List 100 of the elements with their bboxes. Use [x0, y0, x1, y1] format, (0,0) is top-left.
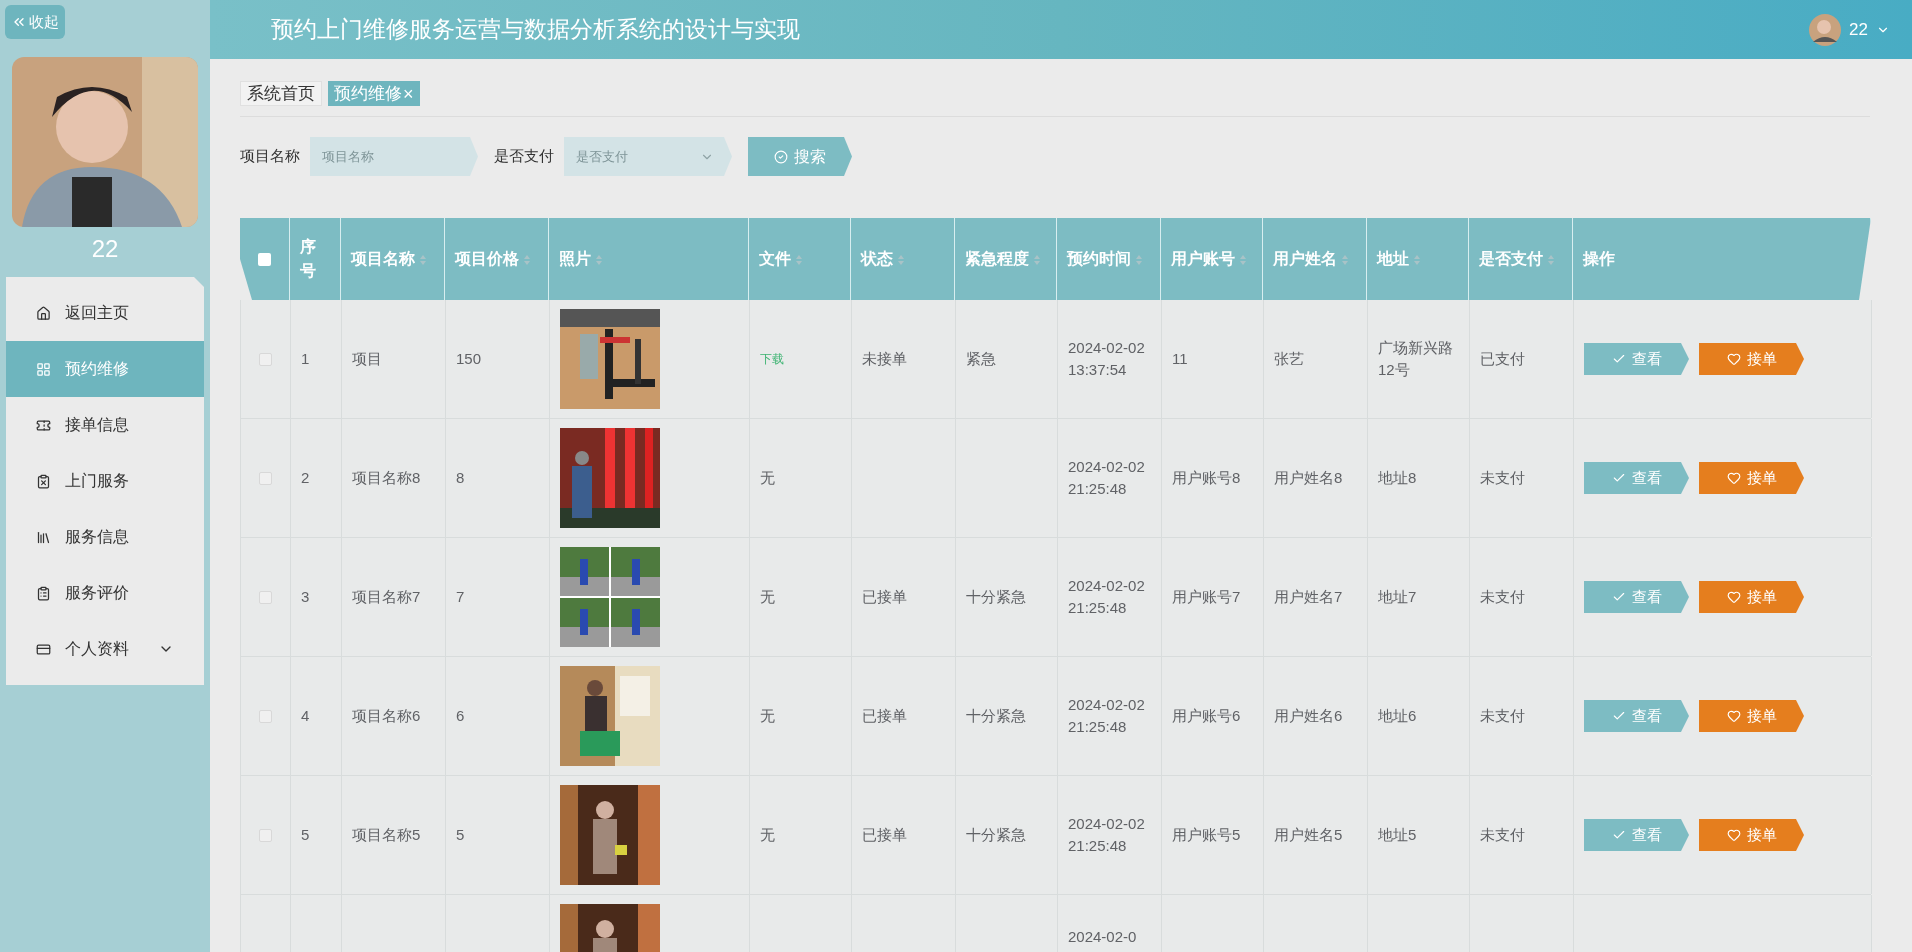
sort-icon[interactable] — [795, 253, 803, 266]
sidebar-item[interactable]: 上门服务 — [6, 453, 204, 509]
sidebar-item[interactable]: 服务信息 — [6, 509, 204, 565]
sort-icon[interactable] — [1341, 253, 1349, 266]
row-checkbox[interactable] — [259, 590, 272, 604]
table-cell-text: 未支付 — [1480, 468, 1525, 488]
table-cell-text: 已接单 — [862, 825, 907, 845]
column-header: 紧急程度 — [965, 247, 1041, 271]
accept-order-button[interactable]: 接单 — [1699, 462, 1804, 494]
view-button[interactable]: 查看 — [1584, 343, 1689, 375]
table-cell-text: 2024-02-02 21:25:48 — [1068, 457, 1146, 499]
table-cell-text: 用户姓名8 — [1274, 468, 1343, 488]
system-title: 预约上门维修服务运营与数据分析系统的设计与实现 — [271, 15, 801, 45]
avatar-icon — [1809, 13, 1842, 46]
column-header: 是否支付 — [1479, 247, 1555, 271]
sort-icon[interactable] — [1033, 253, 1041, 266]
sidebar-item[interactable]: 预约维修 — [6, 341, 204, 397]
heart-icon — [1726, 471, 1741, 485]
search-button[interactable]: 搜索 — [748, 137, 852, 176]
view-button[interactable]: 查看 — [1584, 462, 1689, 494]
sort-icon[interactable] — [419, 253, 427, 266]
table-cell-text: 2024-02-02 13:37:54 — [1068, 338, 1146, 380]
table-cell-text: 用户姓名6 — [1274, 706, 1343, 726]
menu-icon — [36, 585, 51, 601]
text-input[interactable]: 是否支付 — [564, 137, 700, 176]
table-cell-text: 用户姓名7 — [1274, 587, 1343, 607]
column-header: 序号 — [300, 237, 317, 281]
menu-icon — [36, 361, 51, 377]
table-cell-text: 用户账号6 — [1172, 706, 1241, 726]
sidebar-item[interactable]: 接单信息 — [6, 397, 204, 453]
accept-order-button[interactable]: 接单 — [1699, 819, 1804, 851]
download-link[interactable]: 下载 — [760, 350, 784, 368]
table-cell-text: 广场新兴路12号 — [1378, 338, 1454, 380]
accept-order-button[interactable]: 接单 — [1699, 700, 1804, 732]
column-header: 项目价格 — [455, 247, 531, 271]
table-cell-text: 已接单 — [862, 587, 907, 607]
view-button[interactable]: 查看 — [1584, 700, 1689, 732]
table-cell-text: 未支付 — [1480, 706, 1525, 726]
user-name: 22 — [91, 234, 119, 264]
table-cell-text: 项目名称7 — [352, 587, 421, 607]
sort-icon[interactable] — [1239, 253, 1247, 266]
column-header: 操作 — [1583, 249, 1615, 269]
sidebar-item[interactable]: 个人资料 — [6, 621, 204, 677]
table-cell-text: 2024-02-0 — [1068, 927, 1137, 947]
user-menu[interactable]: 22 — [1809, 13, 1890, 46]
table-cell-text: 用户账号5 — [1172, 825, 1241, 845]
sort-icon[interactable] — [1135, 253, 1143, 266]
sidebar-item[interactable]: 服务评价 — [6, 565, 204, 621]
heart-icon — [1726, 828, 1741, 842]
column-header: 状态 — [861, 247, 905, 271]
heart-icon — [1726, 590, 1741, 604]
select-all-checkbox[interactable] — [258, 252, 271, 266]
sort-icon[interactable] — [523, 253, 531, 266]
menu-icon — [36, 305, 51, 321]
accept-order-button[interactable]: 接单 — [1699, 581, 1804, 613]
table-cell-text: 7 — [456, 587, 465, 607]
table-cell-text: 已支付 — [1480, 349, 1525, 369]
table-cell-text: 地址8 — [1378, 468, 1417, 488]
check-icon — [1611, 709, 1626, 723]
table-cell-text: 已接单 — [862, 706, 907, 726]
accept-order-button[interactable]: 接单 — [1699, 343, 1804, 375]
column-header: 照片 — [559, 247, 603, 271]
table-cell-text: 地址7 — [1378, 587, 1417, 607]
sort-icon[interactable] — [1413, 253, 1421, 266]
field-label: 是否支付 — [494, 146, 554, 167]
table-cell-text: 项目名称6 — [352, 706, 421, 726]
check-icon — [1611, 828, 1626, 842]
close-icon: × — [403, 84, 414, 103]
column-header: 项目名称 — [351, 247, 427, 271]
table-cell-text: 4 — [301, 706, 310, 726]
page-tab[interactable]: 预约维修× — [328, 81, 420, 106]
table-cell-text: 十分紧急 — [966, 706, 1026, 726]
view-button[interactable]: 查看 — [1584, 581, 1689, 613]
row-checkbox[interactable] — [259, 352, 272, 366]
table-cell-text: 无 — [760, 825, 775, 845]
page-tab[interactable]: 系统首页 — [240, 81, 322, 106]
table-cell-text: 地址6 — [1378, 706, 1417, 726]
table-cell-text: 未支付 — [1480, 587, 1525, 607]
heart-icon — [1726, 709, 1741, 723]
table-cell-text: 项目 — [352, 349, 382, 369]
sort-icon[interactable] — [1547, 253, 1555, 266]
table-cell-text: 无 — [760, 706, 775, 726]
sidebar-item[interactable]: 返回主页 — [6, 285, 204, 341]
table-cell-text: 2024-02-02 21:25:48 — [1068, 814, 1146, 856]
table-cell-text: 项目名称5 — [352, 825, 421, 845]
sort-icon[interactable] — [897, 253, 905, 266]
view-button[interactable]: 查看 — [1584, 819, 1689, 851]
table-cell-text: 1 — [301, 349, 310, 369]
table-cell-text: 150 — [456, 349, 482, 369]
collapse-button[interactable]: 收起 — [5, 5, 65, 39]
table-cell-text: 3 — [301, 587, 310, 607]
row-checkbox[interactable] — [259, 828, 272, 842]
select-field[interactable]: 是否支付 — [564, 137, 732, 176]
sort-icon[interactable] — [595, 253, 603, 266]
row-checkbox[interactable] — [259, 471, 272, 485]
column-header: 地址 — [1377, 247, 1421, 271]
menu-icon — [36, 417, 51, 433]
row-checkbox[interactable] — [259, 709, 272, 723]
table-cell-text: 2 — [301, 468, 310, 488]
check-circle-icon — [774, 149, 788, 164]
